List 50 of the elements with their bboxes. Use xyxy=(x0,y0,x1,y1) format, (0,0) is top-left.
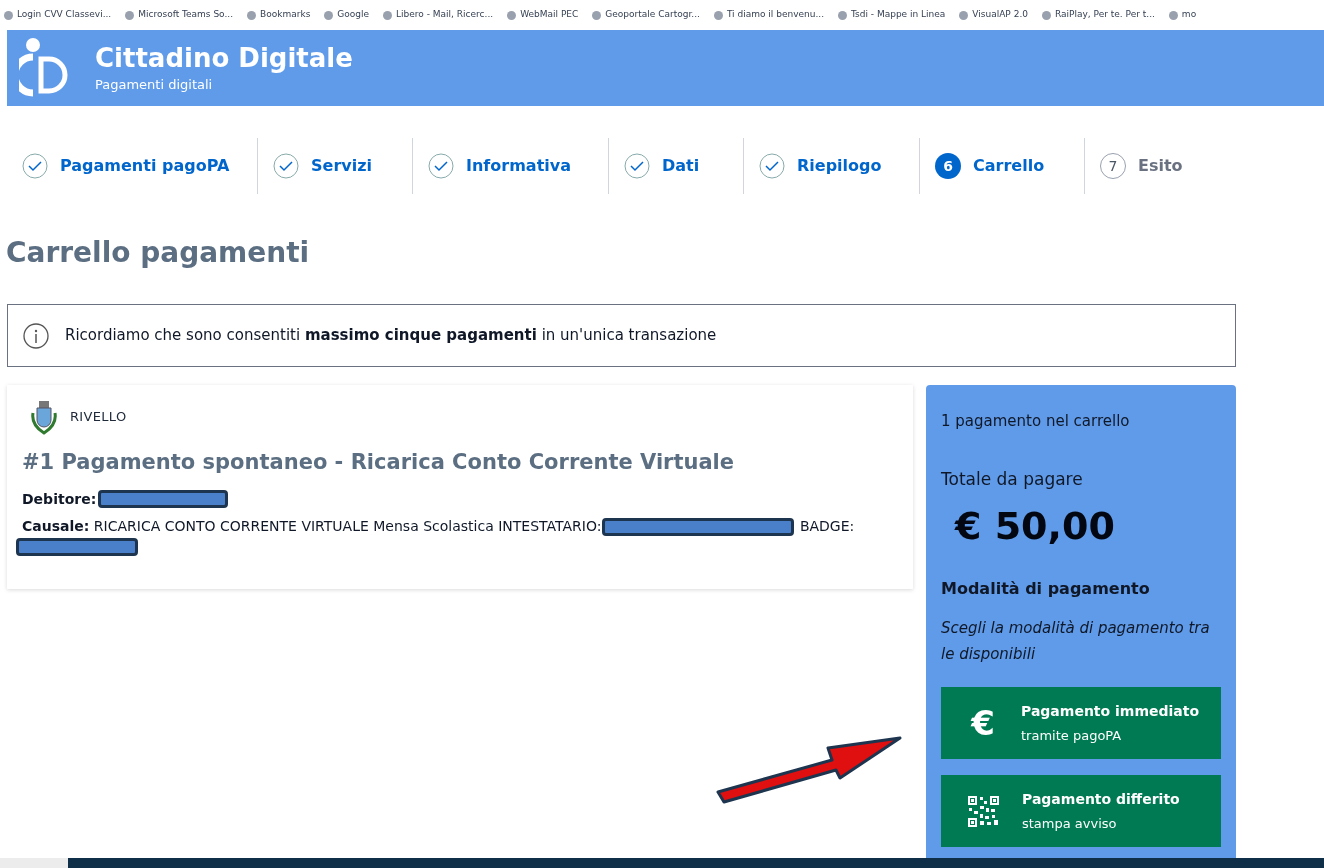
check-circle-icon xyxy=(428,153,454,179)
bookmark-link[interactable]: Bookmarks xyxy=(247,8,311,22)
payment-method-button[interactable]: € Pagamento immediato tramite pagoPA xyxy=(941,687,1221,759)
step-tab[interactable]: 6 Carrello xyxy=(920,138,1085,194)
bookmark-link[interactable]: Libero - Mail, Ricerc... xyxy=(383,8,494,22)
step-tab[interactable]: Riepilogo xyxy=(744,138,920,194)
notice-text: Ricordiamo che sono consentiti massimo cinque pagamenti in un'unica transazione xyxy=(65,325,717,347)
bookmark-link[interactable]: Ti diamo il benvenu... xyxy=(713,8,824,22)
bookmark-link[interactable]: Google xyxy=(324,8,370,22)
bookmark-link[interactable]: RaiPlay, Per te. Per t... xyxy=(1042,8,1155,22)
step-tab[interactable]: Servizi xyxy=(258,138,413,194)
step-tab[interactable]: 7 Esito xyxy=(1085,138,1205,194)
bookmark-link[interactable]: mo xyxy=(1168,8,1197,22)
info-icon xyxy=(23,322,49,349)
method-subtitle: stampa avviso xyxy=(1022,814,1118,833)
euro-icon: € xyxy=(965,697,1001,749)
reason-label: Causale: xyxy=(22,517,90,534)
page-title: Carrello pagamenti xyxy=(6,235,311,271)
check-circle-icon xyxy=(273,153,299,179)
reason-text: RICARICA CONTO CORRENTE VIRTUALE Mensa Scolastica INTESTATARIO: xyxy=(93,517,602,534)
total-label: Totale da pagare xyxy=(941,467,1084,491)
total-amount: € 50,00 xyxy=(955,503,1116,550)
site-title: Cittadino Digitale xyxy=(95,42,353,75)
check-circle-icon xyxy=(22,153,48,179)
qr-code-icon xyxy=(968,795,999,827)
bookmark-link[interactable]: Microsoft Teams So... xyxy=(125,8,234,22)
payment-title: #1 Pagamento spontaneo - Ricarica Conto Corrente Virtuale xyxy=(22,449,736,476)
reason-text: BADGE: xyxy=(799,517,855,534)
method-title: Pagamento immediato xyxy=(1021,701,1200,721)
methods-hint: Scegli la modalità di pagamento tra le disponibili xyxy=(941,618,1211,665)
debtor-label: Debitore: xyxy=(22,489,97,509)
site-subtitle: Pagamenti digitali xyxy=(95,75,214,94)
coat-of-arms-icon xyxy=(30,399,58,435)
bookmark-link[interactable]: Tsdi - Mappe in Linea xyxy=(838,8,946,22)
step-number: 6 xyxy=(935,153,961,179)
bookmark-link[interactable]: WebMail PEC xyxy=(507,8,579,22)
step-tab[interactable]: Dati xyxy=(609,138,744,194)
cart-count: 1 pagamento nel carrello xyxy=(941,411,1131,432)
bookmark-link[interactable]: Geoportale Cartogr... xyxy=(592,8,700,22)
payment-method-button[interactable]: Pagamento differito stampa avviso xyxy=(941,775,1221,847)
method-title: Pagamento differito xyxy=(1022,789,1180,809)
check-circle-icon xyxy=(624,153,650,179)
step-tab[interactable]: Pagamenti pagoPA xyxy=(7,138,258,194)
methods-title: Modalità di pagamento xyxy=(941,578,1151,600)
check-circle-icon xyxy=(759,153,785,179)
method-subtitle: tramite pagoPA xyxy=(1021,726,1123,745)
bookmark-link[interactable]: VisualAP 2.0 xyxy=(959,8,1028,22)
step-tab[interactable]: Informativa xyxy=(413,138,609,194)
entity-name: RIVELLO xyxy=(70,408,127,427)
bookmark-link[interactable]: Login CVV Classevi... xyxy=(4,8,112,22)
